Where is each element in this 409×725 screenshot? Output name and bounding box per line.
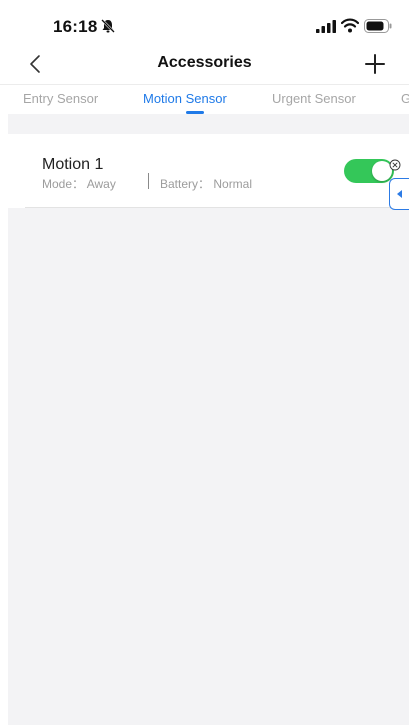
add-button[interactable]: plus-icon [364, 53, 386, 75]
enable-toggle[interactable] [344, 159, 394, 183]
wifi-icon [341, 18, 359, 33]
section-spacer [8, 114, 409, 134]
list-item[interactable]: Motion 1 Mode： Away Battery： Normal [8, 134, 409, 208]
bell-off-icon [101, 19, 115, 33]
status-bar: 16:18 [0, 0, 409, 44]
sensor-tabs: Entry Sensor Motion Sensor Urgent Sensor… [0, 84, 409, 114]
tab-motion-sensor[interactable]: Motion Sensor [143, 91, 227, 106]
page-title: Accessories [157, 54, 252, 71]
device-mode: Mode： Away [42, 177, 116, 191]
tab-entry-sensor[interactable]: Entry Sensor [23, 91, 98, 106]
battery-icon [364, 19, 392, 33]
triangle-left-icon [397, 190, 402, 198]
list-background [8, 208, 409, 725]
device-battery: Battery： Normal [160, 177, 253, 191]
navigation-bar: chevron-left-icon Accessories plus-icon [0, 44, 409, 84]
side-panel-handle[interactable] [389, 178, 409, 210]
divider [148, 173, 149, 189]
tab-more[interactable]: G [401, 91, 409, 106]
signal-icon [316, 20, 336, 33]
close-circle-icon[interactable] [389, 159, 401, 171]
status-time: 16:18 [53, 17, 98, 36]
device-name: Motion 1 [42, 156, 104, 173]
tab-urgent-sensor[interactable]: Urgent Sensor [272, 91, 356, 106]
